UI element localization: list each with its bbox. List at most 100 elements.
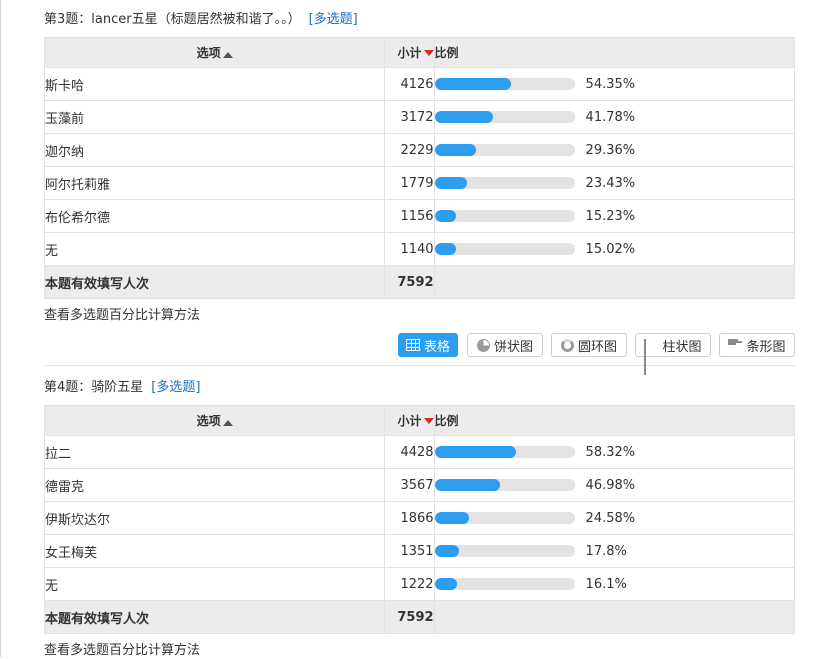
ratio-cell: 58.32% [433,435,796,469]
progress-fill [434,578,458,590]
ring-chart-button[interactable]: 圆环图 [551,333,627,357]
option-label: 无 [43,567,386,601]
ratio-column-header: 比例 [433,405,796,436]
progress-fill [434,479,501,491]
table-row: 拉二 4428 58.32% [43,435,796,469]
option-label: 无 [43,232,386,266]
option-label: 布伦希尔德 [43,199,386,233]
option-label: 伊斯坎达尔 [43,501,386,535]
option-count: 3567 [384,468,435,502]
percentage-method-link[interactable]: 查看多选题百分比计算方法 [44,308,795,324]
ratio-cell: 23.43% [433,166,796,200]
option-percent: 24.58% [585,510,636,526]
pie-chart-button[interactable]: 饼状图 [467,333,543,357]
sort-desc-icon[interactable] [423,418,434,424]
option-column-header[interactable]: 选项 [43,405,386,436]
option-percent: 29.36% [585,142,636,158]
table-row: 迦尔纳 2229 29.36% [43,133,796,167]
table-row: 无 1140 15.02% [43,232,796,266]
ratio-cell: 15.02% [433,232,796,266]
table-row: 德雷克 3567 46.98% [43,468,796,502]
ratio-cell: 54.35% [433,67,796,101]
total-label: 本题有效填写人次 [43,265,386,299]
option-count: 3172 [384,100,435,134]
option-count: 1140 [384,232,435,266]
table-view-button[interactable]: 表格 [398,333,458,357]
bar-chart-button[interactable]: 条形图 [719,333,795,357]
sort-icon[interactable] [222,52,233,58]
total-row: 本题有效填写人次 7592 [43,265,796,299]
option-percent: 17.8% [585,543,627,559]
option-label: 德雷克 [43,468,386,502]
question-title: 第3题：lancer五星（标题居然被和谐了。。） [多选题] [44,10,795,30]
total-value: 7592 [384,600,435,634]
question-3: 第3题：lancer五星（标题居然被和谐了。。） [多选题] 选项 小计 比例 斯… [43,10,796,324]
multi-choice-link[interactable]: [多选题] [309,12,358,27]
question-title: 第4题：骑阶五星 [多选题] [44,378,795,398]
progress-fill [434,545,460,557]
option-count: 1156 [384,199,435,233]
option-percent: 23.43% [585,175,636,191]
option-label: 女王梅芙 [43,534,386,568]
total-label: 本题有效填写人次 [43,600,386,634]
progress-track [434,78,575,90]
sort-desc-icon[interactable] [423,50,434,56]
progress-fill [434,446,517,458]
option-label: 迦尔纳 [43,133,386,167]
option-count: 4126 [384,67,435,101]
progress-track [434,144,575,156]
progress-fill [434,78,511,90]
option-label: 阿尔托莉雅 [43,166,386,200]
table-icon [405,339,420,351]
ratio-column-header: 比例 [433,37,796,68]
table-row: 斯卡哈 4126 54.35% [43,67,796,101]
question-title-text: 第3题：lancer五星（标题居然被和谐了。。） [44,12,301,27]
progress-fill [434,210,456,222]
column-chart-button[interactable]: 柱状图 [635,333,711,375]
progress-fill [434,243,456,255]
table-row: 玉藻前 3172 41.78% [43,100,796,134]
chart-type-switcher: 表格 饼状图 圆环图 柱状图 条形图 [44,325,795,375]
total-row: 本题有效填写人次 7592 [43,600,796,634]
count-column-header[interactable]: 小计 [384,405,435,436]
total-value: 7592 [384,265,435,299]
table-row: 伊斯坎达尔 1866 24.58% [43,501,796,535]
option-percent: 41.78% [585,109,636,125]
option-percent: 15.23% [585,208,636,224]
option-percent: 16.1% [585,576,627,592]
progress-track [434,177,575,189]
multi-choice-link[interactable]: [多选题] [151,380,200,395]
sort-icon[interactable] [222,420,233,426]
bar-chart-icon [728,339,743,351]
table-row: 阿尔托莉雅 1779 23.43% [43,166,796,200]
ratio-cell: 15.23% [433,199,796,233]
table-row: 无 1222 16.1% [43,567,796,601]
option-column-header[interactable]: 选项 [43,37,386,68]
option-count: 1351 [384,534,435,568]
ratio-cell: 46.98% [433,468,796,502]
progress-track [434,446,575,458]
option-label: 拉二 [43,435,386,469]
table-row: 布伦希尔德 1156 15.23% [43,199,796,233]
option-label: 斯卡哈 [43,67,386,101]
progress-track [434,545,575,557]
pie-chart-icon [476,338,490,352]
progress-track [434,243,575,255]
option-count: 2229 [384,133,435,167]
ratio-cell: 41.78% [433,100,796,134]
ratio-cell: 24.58% [433,501,796,535]
count-column-header[interactable]: 小计 [384,37,435,68]
progress-fill [434,177,468,189]
ratio-cell: 17.8% [433,534,796,568]
option-count: 1222 [384,567,435,601]
progress-track [434,111,575,123]
option-count: 1866 [384,501,435,535]
option-percent: 58.32% [585,444,636,460]
ratio-cell: 29.36% [433,133,796,167]
progress-track [434,578,575,590]
progress-fill [434,111,494,123]
survey-results: 第3题：lancer五星（标题居然被和谐了。。） [多选题] 选项 小计 比例 斯… [43,0,796,659]
table-header: 选项 小计 比例 [43,405,796,436]
table-header: 选项 小计 比例 [43,37,796,68]
option-percent: 54.35% [585,76,636,92]
